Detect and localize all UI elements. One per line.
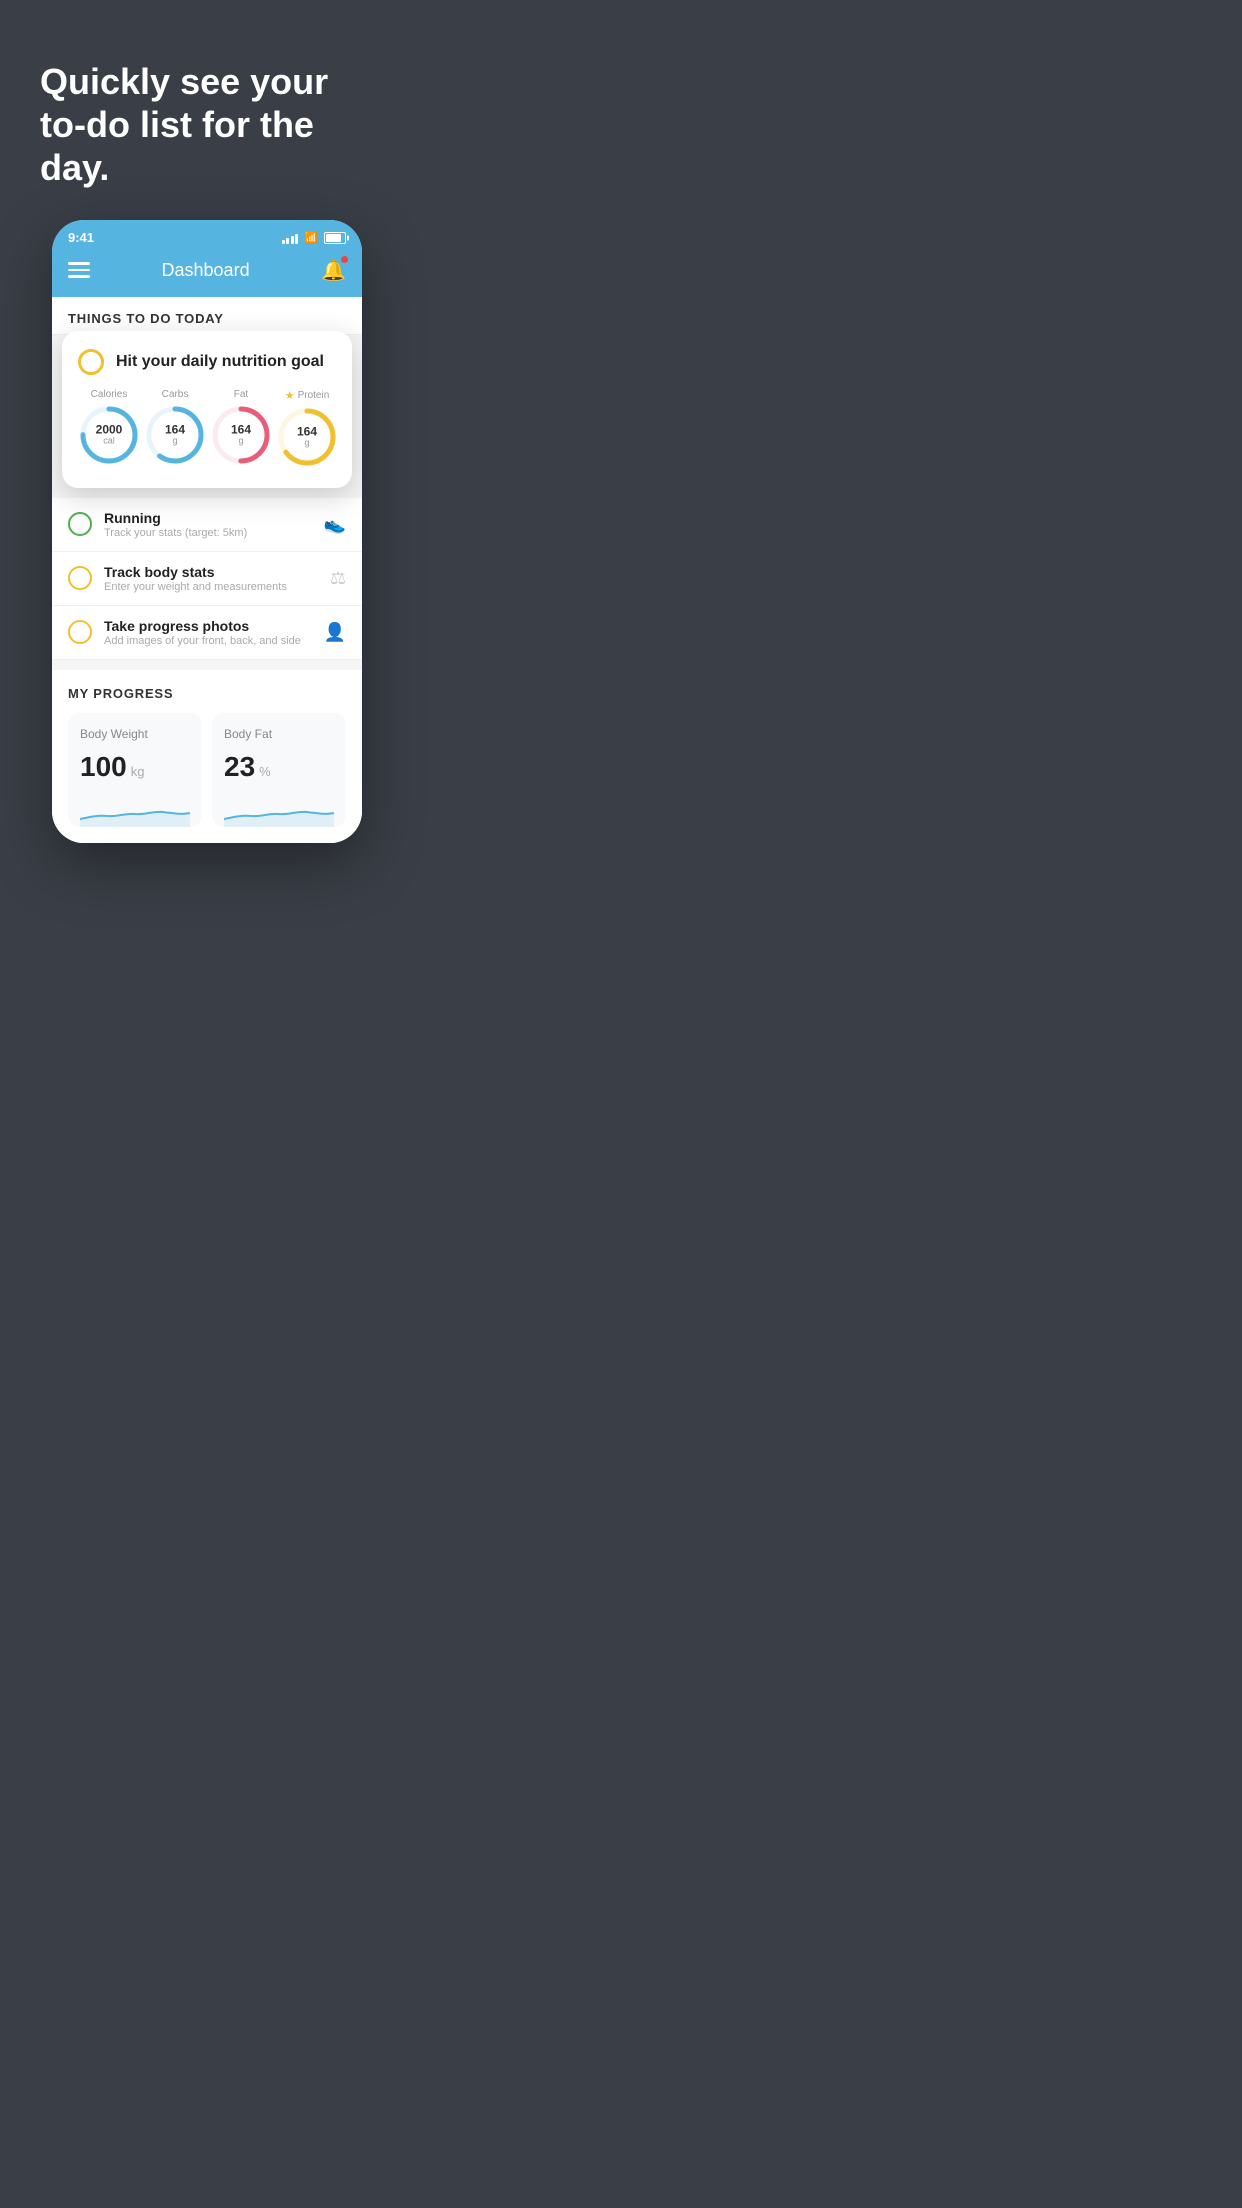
nutrition-label: Fat [234, 389, 248, 400]
ring-center-text: 164 g [231, 423, 251, 446]
nutrition-circles-row: Calories 2000 cal Carbs 164 g Fat [78, 389, 336, 468]
phone-mockup: 9:41 📶 Dashboard [52, 220, 362, 843]
nutrition-label: Carbs [162, 389, 189, 400]
ring-container: 164 g [210, 404, 272, 466]
progress-card: Body Weight 100 kg [68, 713, 202, 827]
todo-title: Take progress photos [104, 618, 312, 634]
notification-dot [341, 256, 348, 263]
todo-content: RunningTrack your stats (target: 5km) [104, 510, 312, 539]
signal-icon [282, 232, 299, 244]
sparkline [80, 797, 190, 827]
status-bar: 9:41 📶 [52, 220, 362, 248]
battery-icon [324, 232, 346, 244]
todo-content: Track body statsEnter your weight and me… [104, 564, 318, 593]
todo-list: RunningTrack your stats (target: 5km) 👟 Tr… [52, 498, 362, 660]
ring-container: 164 g [144, 404, 206, 466]
ring-unit: g [297, 438, 317, 448]
notification-bell[interactable]: 🔔 [321, 258, 346, 283]
nutrition-card: Hit your daily nutrition goal Calories 2… [62, 331, 352, 488]
wifi-icon: 📶 [304, 231, 318, 244]
nutrition-item: Fat 164 g [210, 389, 272, 466]
menu-button[interactable] [68, 262, 90, 278]
nutrition-check-circle[interactable] [78, 349, 104, 375]
todo-content: Take progress photosAdd images of your f… [104, 618, 312, 647]
sparkline-svg [224, 797, 334, 827]
bell-icon: 🔔 [321, 260, 346, 282]
progress-card-value: 23% [224, 751, 334, 783]
progress-card-value: 100 kg [80, 751, 190, 783]
progress-card-unit: % [259, 764, 271, 779]
ring-center-text: 164 g [165, 423, 185, 446]
check-circle-yellow[interactable] [68, 566, 92, 590]
nutrition-card-title: Hit your daily nutrition goal [116, 353, 324, 371]
nutrition-label-text: Fat [234, 389, 248, 400]
sparkline [224, 797, 334, 827]
nutrition-label: Calories [91, 389, 128, 400]
progress-card: Body Fat 23% [212, 713, 346, 827]
ring-unit: g [165, 436, 185, 446]
progress-cards-row: Body Weight 100 kg Body Fat 23% [68, 713, 346, 827]
nutrition-item: Carbs 164 g [144, 389, 206, 466]
progress-card-number: 23 [224, 751, 255, 783]
progress-heading: MY PROGRESS [68, 686, 346, 701]
todo-title: Track body stats [104, 564, 318, 580]
progress-section: MY PROGRESS Body Weight 100 kg Body Fat 23% [52, 670, 362, 843]
nutrition-label: ★Protein [285, 389, 330, 402]
hero-title: Quickly see your to-do list for the day. [40, 60, 374, 190]
check-circle-green[interactable] [68, 512, 92, 536]
status-time: 9:41 [68, 230, 94, 245]
background-wrapper: Quickly see your to-do list for the day.… [0, 0, 414, 843]
progress-card-number: 100 [80, 751, 127, 783]
todo-item[interactable]: RunningTrack your stats (target: 5km) 👟 [52, 498, 362, 552]
ring-unit: cal [96, 436, 123, 446]
ring-container: 164 g [276, 406, 338, 468]
status-icons: 📶 [282, 231, 346, 244]
shoe-icon: 👟 [324, 514, 346, 535]
card-header-row: Hit your daily nutrition goal [78, 349, 336, 375]
nutrition-item: ★Protein 164 g [276, 389, 338, 468]
todo-subtitle: Track your stats (target: 5km) [104, 527, 312, 539]
hero-section: Quickly see your to-do list for the day. [0, 0, 414, 220]
ring-center-text: 164 g [297, 425, 317, 448]
todo-title: Running [104, 510, 312, 526]
todo-item[interactable]: Track body statsEnter your weight and me… [52, 552, 362, 606]
todo-item[interactable]: Take progress photosAdd images of your f… [52, 606, 362, 660]
sparkline-svg [80, 797, 190, 827]
ring-unit: g [231, 436, 251, 446]
nutrition-label-text: Protein [298, 390, 330, 401]
progress-card-unit: kg [131, 764, 145, 779]
today-section-heading: THINGS TO DO TODAY [52, 297, 362, 335]
scale-icon: ⚖ [330, 568, 346, 589]
star-icon: ★ [285, 389, 295, 402]
todo-subtitle: Add images of your front, back, and side [104, 635, 312, 647]
nutrition-label-text: Carbs [162, 389, 189, 400]
todo-subtitle: Enter your weight and measurements [104, 581, 318, 593]
ring-center-text: 2000 cal [96, 423, 123, 446]
ring-container: 2000 cal [78, 404, 140, 466]
app-body: THINGS TO DO TODAY Hit your daily nutrit… [52, 297, 362, 843]
nutrition-label-text: Calories [91, 389, 128, 400]
person-icon: 👤 [324, 622, 346, 643]
app-header: Dashboard 🔔 [52, 248, 362, 297]
progress-card-title: Body Fat [224, 727, 334, 741]
check-circle-yellow[interactable] [68, 620, 92, 644]
nutrition-item: Calories 2000 cal [78, 389, 140, 466]
progress-card-title: Body Weight [80, 727, 190, 741]
app-title: Dashboard [162, 260, 250, 281]
